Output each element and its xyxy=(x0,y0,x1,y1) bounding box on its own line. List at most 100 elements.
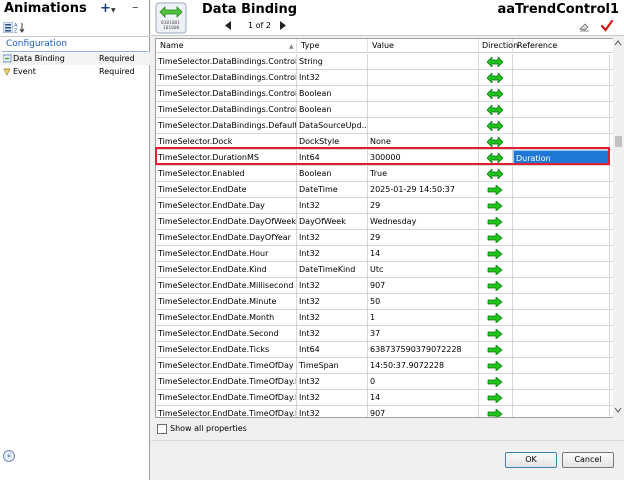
table-row[interactable]: TimeSelector.DurationMS Int64 300000 Durati… xyxy=(156,150,613,166)
reference-cell[interactable] xyxy=(513,374,610,389)
table-row[interactable]: TimeSelector.EndDate.Millisecond Int32 907 xyxy=(156,278,613,294)
remove-animation-button[interactable]: – xyxy=(132,0,139,15)
property-value-cell[interactable]: 29 xyxy=(368,198,479,213)
right-arrow-icon[interactable] xyxy=(487,313,503,323)
reference-cell[interactable]: Duration xyxy=(513,150,610,165)
property-value-cell[interactable]: True xyxy=(368,166,479,181)
table-row[interactable]: TimeSelector.DataBindings.Control.U...Bo… xyxy=(156,86,613,102)
animation-item-data-binding[interactable]: Data Binding Required xyxy=(0,53,150,65)
reference-cell[interactable] xyxy=(513,358,610,373)
right-arrow-icon[interactable] xyxy=(487,233,503,243)
reference-cell[interactable] xyxy=(513,326,610,341)
table-row[interactable]: TimeSelector.EndDate.Kind DateTimeKind Utc xyxy=(156,262,613,278)
property-value-cell[interactable] xyxy=(368,118,479,133)
right-arrow-icon[interactable] xyxy=(487,361,503,371)
property-value-cell[interactable] xyxy=(368,86,479,101)
property-value-cell[interactable]: 37 xyxy=(368,326,479,341)
right-arrow-icon[interactable] xyxy=(487,345,503,355)
table-row[interactable]: TimeSelector.DataBindings.DefaultD... Dat… xyxy=(156,118,613,134)
direction-cell[interactable] xyxy=(479,134,513,149)
direction-cell[interactable] xyxy=(479,326,513,341)
sort-alphabetical-icon[interactable]: A Z xyxy=(14,22,26,33)
collapse-panel-icon[interactable]: « xyxy=(3,450,15,462)
direction-cell[interactable] xyxy=(479,262,513,277)
direction-cell[interactable] xyxy=(479,166,513,181)
direction-cell[interactable] xyxy=(479,358,513,373)
right-arrow-icon[interactable] xyxy=(487,329,503,339)
property-value-cell[interactable] xyxy=(368,70,479,85)
column-header-reference[interactable]: Reference xyxy=(513,39,613,53)
reference-cell[interactable] xyxy=(513,118,610,133)
table-row[interactable]: TimeSelector.EndDate.Minute Int32 50 xyxy=(156,294,613,310)
direction-cell[interactable] xyxy=(479,118,513,133)
property-value-cell[interactable]: 29 xyxy=(368,230,479,245)
reference-cell[interactable] xyxy=(513,246,610,261)
bidirectional-arrow-icon[interactable] xyxy=(487,105,503,115)
property-value-cell[interactable] xyxy=(368,54,479,69)
table-row[interactable]: TimeSelector.EndDate.TimeOfDay.D... Int32… xyxy=(156,374,613,390)
right-arrow-icon[interactable] xyxy=(487,265,503,275)
bidirectional-arrow-icon[interactable] xyxy=(487,153,503,163)
right-arrow-icon[interactable] xyxy=(487,201,503,211)
direction-cell[interactable] xyxy=(479,278,513,293)
right-arrow-icon[interactable] xyxy=(487,409,503,418)
property-value-cell[interactable]: 1 xyxy=(368,310,479,325)
table-row[interactable]: TimeSelector.EndDate.Ticks Int64 638737590… xyxy=(156,342,613,358)
reference-cell[interactable] xyxy=(513,406,610,417)
right-arrow-icon[interactable] xyxy=(487,185,503,195)
cancel-button[interactable]: Cancel xyxy=(562,452,614,468)
direction-cell[interactable] xyxy=(479,150,513,165)
right-arrow-icon[interactable] xyxy=(487,249,503,259)
right-arrow-icon[interactable] xyxy=(487,377,503,387)
validate-check-icon[interactable] xyxy=(601,20,613,32)
reference-cell[interactable] xyxy=(513,278,610,293)
property-value-cell[interactable]: Utc xyxy=(368,262,479,277)
right-arrow-icon[interactable] xyxy=(487,297,503,307)
direction-cell[interactable] xyxy=(479,54,513,69)
column-header-direction[interactable]: Direction xyxy=(479,39,518,53)
next-page-icon[interactable] xyxy=(279,21,286,30)
reference-cell[interactable] xyxy=(513,230,610,245)
direction-cell[interactable] xyxy=(479,70,513,85)
column-header-name[interactable]: Name xyxy=(156,39,297,53)
direction-cell[interactable] xyxy=(479,294,513,309)
direction-cell[interactable] xyxy=(479,230,513,245)
scroll-up-icon[interactable] xyxy=(614,39,622,47)
add-dropdown-caret-icon[interactable]: ▼ xyxy=(111,7,116,14)
table-row[interactable]: TimeSelector.EndDate.TimeOfDay TimeSpan 14… xyxy=(156,358,613,374)
property-value-cell[interactable] xyxy=(368,102,479,117)
property-value-cell[interactable]: 638737590379072228 xyxy=(368,342,479,357)
reference-cell[interactable] xyxy=(513,342,610,357)
grid-scrollbar[interactable] xyxy=(613,38,624,418)
right-arrow-icon[interactable] xyxy=(487,217,503,227)
table-row[interactable]: TimeSelector.DataBindings.Control.T... St… xyxy=(156,54,613,70)
property-value-cell[interactable]: 14 xyxy=(368,390,479,405)
reference-cell[interactable] xyxy=(513,86,610,101)
bidirectional-arrow-icon[interactable] xyxy=(487,137,503,147)
reference-cell[interactable] xyxy=(513,166,610,181)
direction-cell[interactable] xyxy=(479,198,513,213)
show-all-properties-checkbox[interactable] xyxy=(157,424,167,434)
reference-cell[interactable] xyxy=(513,102,610,117)
column-header-value[interactable]: Value xyxy=(368,39,479,53)
table-row[interactable]: TimeSelector.EndDate.DayOfYear Int32 29 xyxy=(156,230,613,246)
bidirectional-arrow-icon[interactable] xyxy=(487,89,503,99)
scroll-thumb[interactable] xyxy=(615,136,622,147)
reference-cell[interactable] xyxy=(513,214,610,229)
bidirectional-arrow-icon[interactable] xyxy=(487,57,503,67)
direction-cell[interactable] xyxy=(479,182,513,197)
table-row[interactable]: TimeSelector.EndDate.Month Int32 1 xyxy=(156,310,613,326)
direction-cell[interactable] xyxy=(479,86,513,101)
right-arrow-icon[interactable] xyxy=(487,281,503,291)
categorized-view-icon[interactable] xyxy=(3,22,13,33)
reference-cell[interactable] xyxy=(513,134,610,149)
direction-cell[interactable] xyxy=(479,102,513,117)
table-row[interactable]: TimeSelector.EndDate.TimeOfDay.H... Int32… xyxy=(156,390,613,406)
property-value-cell[interactable]: 2025-01-29 14:50:37 xyxy=(368,182,479,197)
direction-cell[interactable] xyxy=(479,406,513,418)
property-value-cell[interactable]: 14 xyxy=(368,246,479,261)
property-value-cell[interactable]: Wednesday xyxy=(368,214,479,229)
property-value-cell[interactable]: 0 xyxy=(368,374,479,389)
property-value-cell[interactable]: 50 xyxy=(368,294,479,309)
table-row[interactable]: TimeSelector.EndDate DateTime 2025-01-29 1… xyxy=(156,182,613,198)
